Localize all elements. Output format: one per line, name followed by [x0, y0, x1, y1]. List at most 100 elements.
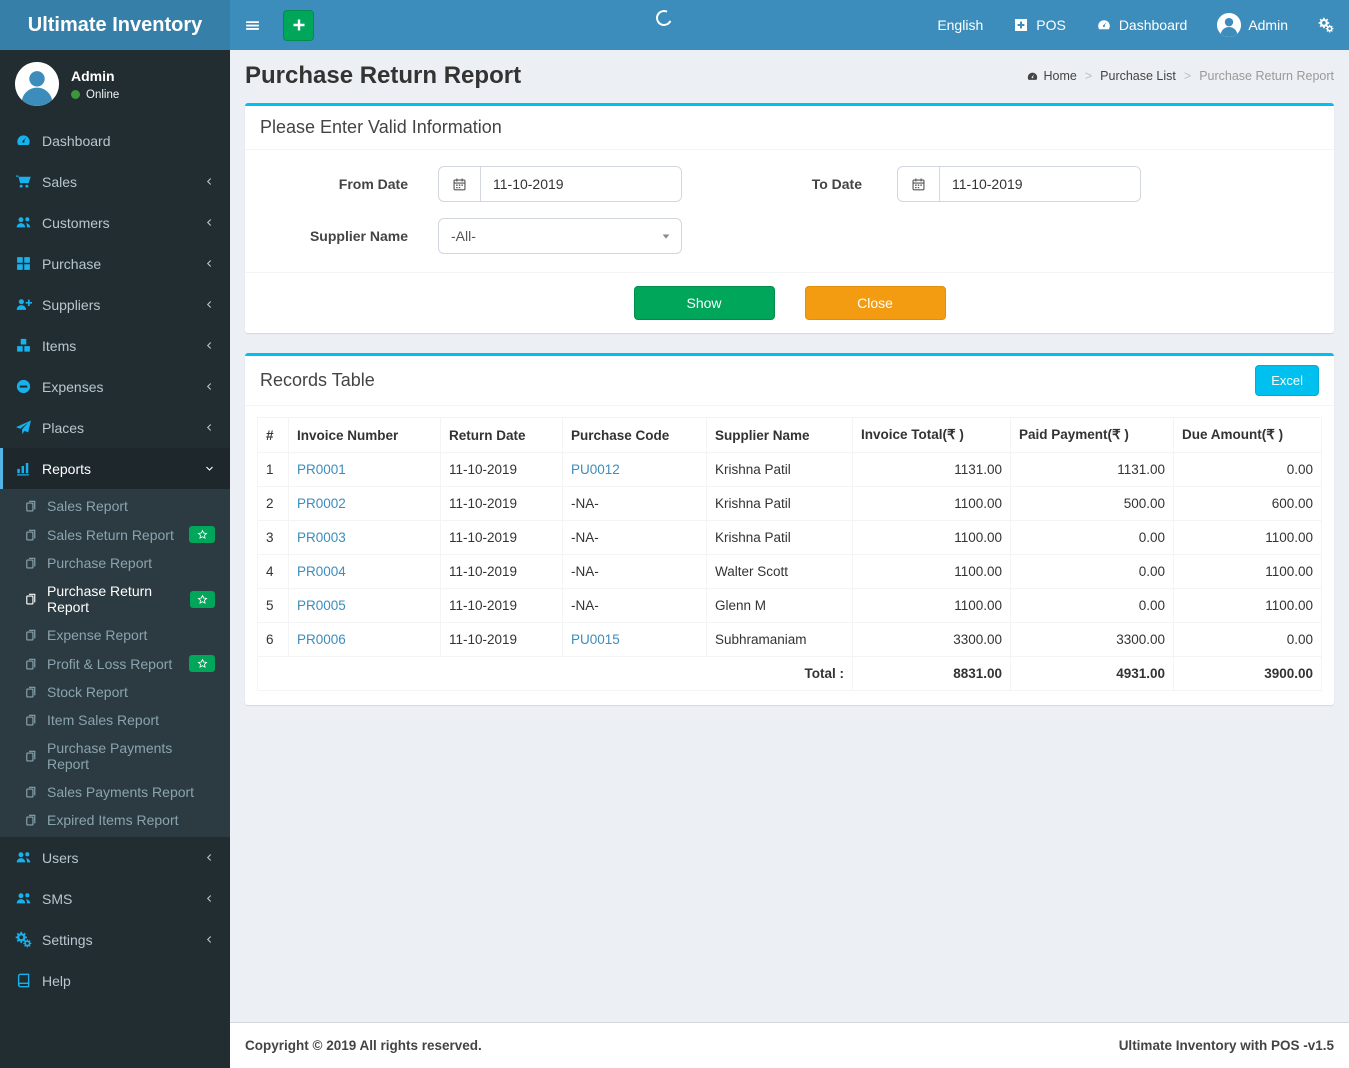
- submenu-item-purchase-return-report[interactable]: Purchase Return Report: [0, 577, 230, 621]
- submenu-item-profit-loss-report[interactable]: Profit & Loss Report: [0, 649, 230, 678]
- to-date-calendar-addon[interactable]: [898, 167, 940, 201]
- add-new-button[interactable]: [283, 9, 314, 41]
- sidebar-item-places[interactable]: Places: [0, 407, 230, 448]
- nav-dashboard[interactable]: Dashboard: [1081, 0, 1203, 50]
- filter-form: From Date To Date Supplier Name -All-: [245, 150, 1334, 272]
- submenu-item-expired-items-report[interactable]: Expired Items Report: [0, 806, 230, 834]
- breadcrumb-purchase-list[interactable]: Purchase List: [1100, 69, 1176, 83]
- copy-icon: [24, 785, 38, 799]
- submenu-item-item-sales-report[interactable]: Item Sales Report: [0, 706, 230, 734]
- reports-submenu: Sales Report Sales Return Report Purchase …: [0, 489, 230, 837]
- invoice-number-cell: PR0006: [288, 622, 441, 657]
- sidebar-section-help: Help: [0, 960, 230, 1001]
- chevron-left-icon: [204, 299, 215, 310]
- sidebar-item-settings[interactable]: Settings: [0, 919, 230, 960]
- from-date-input[interactable]: [481, 167, 681, 201]
- supplier-select[interactable]: -All-: [438, 218, 682, 254]
- submenu-item-label: Purchase Report: [47, 555, 153, 571]
- records-panel: Records Table Excel # Invoice Number Retur…: [245, 353, 1334, 705]
- online-dot-icon: [71, 90, 80, 99]
- nav-language[interactable]: English: [922, 0, 998, 50]
- from-date-calendar-addon[interactable]: [439, 167, 481, 201]
- book-icon: [15, 972, 32, 989]
- submenu-row-profit-loss-report: Profit & Loss Report: [0, 649, 230, 678]
- invoice-number-cell-link[interactable]: PR0004: [297, 564, 346, 579]
- sidebar-item-sales[interactable]: Sales: [0, 161, 230, 202]
- sidebar-section-dashboard: Dashboard: [0, 120, 230, 161]
- sidebar-section-purchase: Purchase: [0, 243, 230, 284]
- nav-settings[interactable]: [1303, 0, 1349, 50]
- invoice-number-cell-link[interactable]: PR0005: [297, 598, 346, 613]
- filter-actions: Show Close: [245, 272, 1334, 333]
- purchase-code-cell-link[interactable]: PU0015: [571, 632, 620, 647]
- paid-payment-cell: 0.00: [1010, 554, 1174, 589]
- records-table-body: 1 PR0001 11-10-2019 PU0012 Krishna Patil 1131…: [257, 452, 1322, 657]
- supplier-select-value: -All-: [451, 228, 476, 244]
- sidebar-item-customers[interactable]: Customers: [0, 202, 230, 243]
- submenu-item-purchase-report[interactable]: Purchase Report: [0, 549, 230, 577]
- return-date-cell: 11-10-2019: [440, 520, 563, 555]
- close-button[interactable]: Close: [804, 286, 946, 320]
- submenu-item-sales-report[interactable]: Sales Report: [0, 492, 230, 520]
- sidebar-item-label: Sales: [42, 173, 78, 190]
- return-date-cell: 11-10-2019: [440, 452, 563, 487]
- excel-export-button[interactable]: Excel: [1255, 365, 1319, 396]
- invoice-number-cell-link[interactable]: PR0006: [297, 632, 346, 647]
- sidebar-item-help[interactable]: Help: [0, 960, 230, 1001]
- paid-payment-cell: 0.00: [1010, 588, 1174, 623]
- sidebar-item-reports[interactable]: Reports: [0, 448, 230, 489]
- submenu-item-sales-payments-report[interactable]: Sales Payments Report: [0, 778, 230, 806]
- copy-icon: [24, 713, 38, 727]
- sidebar-item-sms[interactable]: SMS: [0, 878, 230, 919]
- invoice-total-cell: 1100.00: [852, 486, 1011, 521]
- submenu-item-label: Sales Report: [47, 498, 128, 514]
- star-icon: [197, 658, 208, 669]
- invoice-number-cell: PR0003: [288, 520, 441, 555]
- sidebar-section-expenses: Expenses: [0, 366, 230, 407]
- sidebar-item-suppliers[interactable]: Suppliers: [0, 284, 230, 325]
- table-header-row: # Invoice Number Return Date Purchase Code S…: [257, 417, 1322, 453]
- invoice-number-cell: PR0005: [288, 588, 441, 623]
- supplier-name-cell: Glenn M: [706, 588, 853, 623]
- submenu-item-sales-return-report[interactable]: Sales Return Report: [0, 520, 230, 549]
- invoice-total-cell: 1100.00: [852, 588, 1011, 623]
- due-amount-cell: 1100.00: [1173, 520, 1322, 555]
- sidebar-section-suppliers: Suppliers: [0, 284, 230, 325]
- sidebar-item-users[interactable]: Users: [0, 837, 230, 878]
- app-logo[interactable]: Ultimate Inventory: [0, 0, 230, 50]
- chevron-left-icon: [204, 176, 215, 187]
- sidebar-item-expenses[interactable]: Expenses: [0, 366, 230, 407]
- paid-payment-cell: 500.00: [1010, 486, 1174, 521]
- sidebar-section-settings: Settings: [0, 919, 230, 960]
- return-date-cell: 11-10-2019: [440, 554, 563, 589]
- submenu-row-item-sales-report: Item Sales Report: [0, 706, 230, 734]
- copy-icon: [24, 657, 38, 671]
- sidebar-item-purchase[interactable]: Purchase: [0, 243, 230, 284]
- show-button[interactable]: Show: [633, 286, 775, 320]
- submenu-item-purchase-payments-report[interactable]: Purchase Payments Report: [0, 734, 230, 778]
- nav-user-menu[interactable]: Admin: [1202, 0, 1303, 50]
- sidebar-item-dashboard[interactable]: Dashboard: [0, 120, 230, 161]
- sidebar-item-items[interactable]: Items: [0, 325, 230, 366]
- nav-pos[interactable]: POS: [998, 0, 1081, 50]
- invoice-number-cell-link[interactable]: PR0003: [297, 530, 346, 545]
- row-number-cell: 1: [257, 452, 289, 487]
- invoice-number-cell-link[interactable]: PR0002: [297, 496, 346, 511]
- submenu-item-stock-report[interactable]: Stock Report: [0, 678, 230, 706]
- submenu-item-expense-report[interactable]: Expense Report: [0, 621, 230, 649]
- minus-circle-icon: [15, 378, 32, 395]
- purchase-code-cell-link[interactable]: PU0012: [571, 462, 620, 477]
- breadcrumb-home[interactable]: Home: [1026, 69, 1077, 83]
- invoice-total-cell: 3300.00: [852, 622, 1011, 657]
- invoice-number-cell-link[interactable]: PR0001: [297, 462, 346, 477]
- to-date-group: [897, 166, 1141, 202]
- sidebar-item-label: Reports: [42, 460, 92, 477]
- from-date-group: [438, 166, 682, 202]
- submenu-item-label: Expense Report: [47, 627, 148, 643]
- submenu-item-label: Expired Items Report: [47, 812, 179, 828]
- sidebar-toggle-button[interactable]: [230, 0, 275, 50]
- paid-payment-cell: 3300.00: [1010, 622, 1174, 657]
- plus-icon: [291, 17, 307, 33]
- to-date-input[interactable]: [940, 167, 1140, 201]
- paper-plane-icon: [15, 419, 32, 436]
